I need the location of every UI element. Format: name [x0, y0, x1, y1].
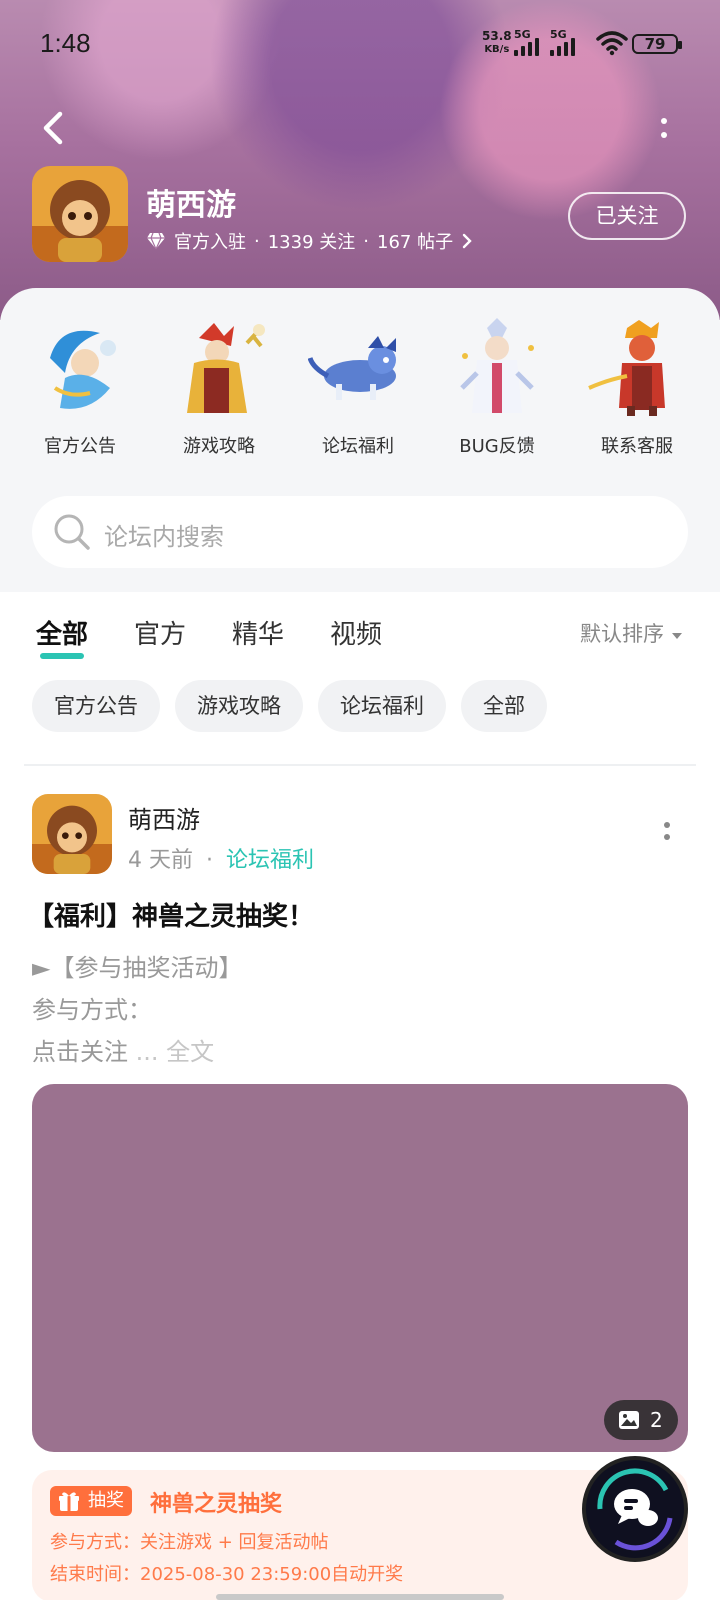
- full-text-link[interactable]: 全文: [166, 1038, 214, 1066]
- more-options-button[interactable]: [654, 112, 674, 148]
- lottery-title: 神兽之灵抽奖: [150, 1492, 283, 1517]
- monkey-king-avatar-icon: [32, 794, 112, 874]
- divider: [24, 764, 696, 766]
- home-indicator: [216, 1594, 504, 1600]
- official-label: 官方入驻: [174, 232, 246, 253]
- game-meta[interactable]: 官方入驻 · 1339 关注 · 167 帖子: [146, 228, 473, 254]
- status-time: 1:48: [40, 28, 91, 58]
- tab-all[interactable]: 全部: [36, 614, 88, 659]
- bug-character-icon: [460, 318, 534, 413]
- monkey-king-avatar-icon: [32, 166, 128, 262]
- post-excerpt-text: 点击关注: [32, 1038, 128, 1066]
- post-excerpt-line: ►【参与抽奖活动】: [32, 954, 243, 982]
- signal-icon: 5G: [514, 28, 546, 56]
- tab-official[interactable]: 官方: [134, 614, 186, 651]
- separator: ·: [363, 230, 369, 252]
- gift-icon: [59, 1492, 79, 1511]
- chat-floating-button[interactable]: [582, 1456, 688, 1562]
- posts-count: 167 帖子: [377, 232, 454, 253]
- category-forum-welfare[interactable]: 论坛福利: [303, 318, 413, 458]
- image-count: 2: [650, 1408, 663, 1432]
- chevron-left-icon: [43, 111, 63, 145]
- followers-count: 1339 关注: [267, 232, 356, 253]
- post-time: 4 天前: [128, 848, 193, 873]
- filter-chip-forum-welfare[interactable]: 论坛福利: [318, 680, 446, 732]
- category-label: 官方公告: [44, 436, 116, 457]
- caret-down-icon: [671, 633, 682, 639]
- post-excerpt-line: 参与方式：: [32, 996, 152, 1024]
- post-meta: 4 天前 · 论坛福利: [128, 842, 314, 874]
- sim2-label: 5G: [550, 28, 567, 41]
- welfare-beast-icon: [307, 336, 396, 400]
- support-character-icon: [588, 320, 665, 416]
- category-game-guide[interactable]: 游戏攻略: [164, 318, 274, 458]
- search-input[interactable]: 论坛内搜索: [32, 496, 688, 568]
- signal-icon: 5G: [550, 28, 582, 56]
- more-vertical-icon: [661, 118, 667, 124]
- more-vertical-icon: [664, 822, 670, 828]
- lottery-method: 参与方式：关注游戏 + 回复活动帖: [50, 1532, 329, 1553]
- post-author-name[interactable]: 萌西游: [128, 800, 200, 835]
- category-label: 游戏攻略: [183, 436, 255, 457]
- battery-icon: 79: [632, 34, 682, 54]
- post-title[interactable]: 【福利】神兽之灵抽奖！: [28, 896, 314, 933]
- category-label: 联系客服: [601, 436, 673, 457]
- category-label: 论坛福利: [322, 436, 394, 457]
- filter-chip-official-announcement[interactable]: 官方公告: [32, 680, 160, 732]
- sort-dropdown[interactable]: 默认排序: [580, 618, 683, 648]
- tab-featured[interactable]: 精华: [232, 614, 284, 651]
- lottery-badge: 抽奖: [50, 1486, 132, 1516]
- network-speed: 53.8 KB/s: [482, 30, 512, 56]
- network-speed-unit: KB/s: [484, 44, 510, 55]
- game-avatar[interactable]: [32, 166, 128, 262]
- sort-label: 默认排序: [580, 622, 664, 646]
- category-customer-service[interactable]: 联系客服: [582, 318, 692, 458]
- image-icon: [619, 1411, 639, 1429]
- chevron-right-icon: [462, 233, 472, 249]
- guide-character-icon: [187, 323, 265, 413]
- sim1-label: 5G: [514, 28, 531, 41]
- post-tag[interactable]: 论坛福利: [226, 848, 314, 873]
- announcement-character-icon: [50, 330, 116, 409]
- separator: ·: [206, 848, 213, 873]
- diamond-icon: [147, 232, 165, 250]
- lottery-end-time: 结束时间：2025-08-30 23:59:00自动开奖: [50, 1564, 404, 1585]
- follow-button[interactable]: 已关注: [568, 192, 686, 240]
- filter-chips: 官方公告 游戏攻略 论坛福利 全部: [32, 680, 547, 732]
- wifi-icon: [596, 31, 628, 56]
- filter-chip-game-guide[interactable]: 游戏攻略: [175, 680, 303, 732]
- status-bar: 1:48 53.8 KB/s 5G 5G 79: [0, 0, 720, 90]
- image-count-badge: 2: [604, 1400, 678, 1440]
- category-label: BUG反馈: [459, 436, 535, 457]
- category-bug-feedback[interactable]: BUG反馈: [442, 318, 552, 458]
- post-more-button[interactable]: [660, 820, 676, 850]
- lottery-badge-label: 抽奖: [88, 1490, 124, 1511]
- post-author-avatar[interactable]: [32, 794, 112, 874]
- filter-chip-all[interactable]: 全部: [461, 680, 547, 732]
- tab-bar: 全部 官方 精华 视频: [36, 614, 382, 659]
- back-button[interactable]: [36, 108, 76, 148]
- search-placeholder: 论坛内搜索: [104, 523, 224, 551]
- post-excerpt-line: 点击关注 ... 全文: [32, 1032, 214, 1067]
- ellipsis: ...: [135, 1038, 159, 1066]
- chat-bubble-icon: [597, 1468, 673, 1551]
- search-icon: [54, 514, 90, 550]
- category-official-announcement[interactable]: 官方公告: [25, 318, 135, 458]
- post-image[interactable]: [32, 1084, 688, 1452]
- network-speed-value: 53.8: [482, 29, 512, 43]
- game-title: 萌西游: [146, 188, 236, 223]
- separator: ·: [254, 230, 260, 252]
- tab-video[interactable]: 视频: [330, 614, 382, 651]
